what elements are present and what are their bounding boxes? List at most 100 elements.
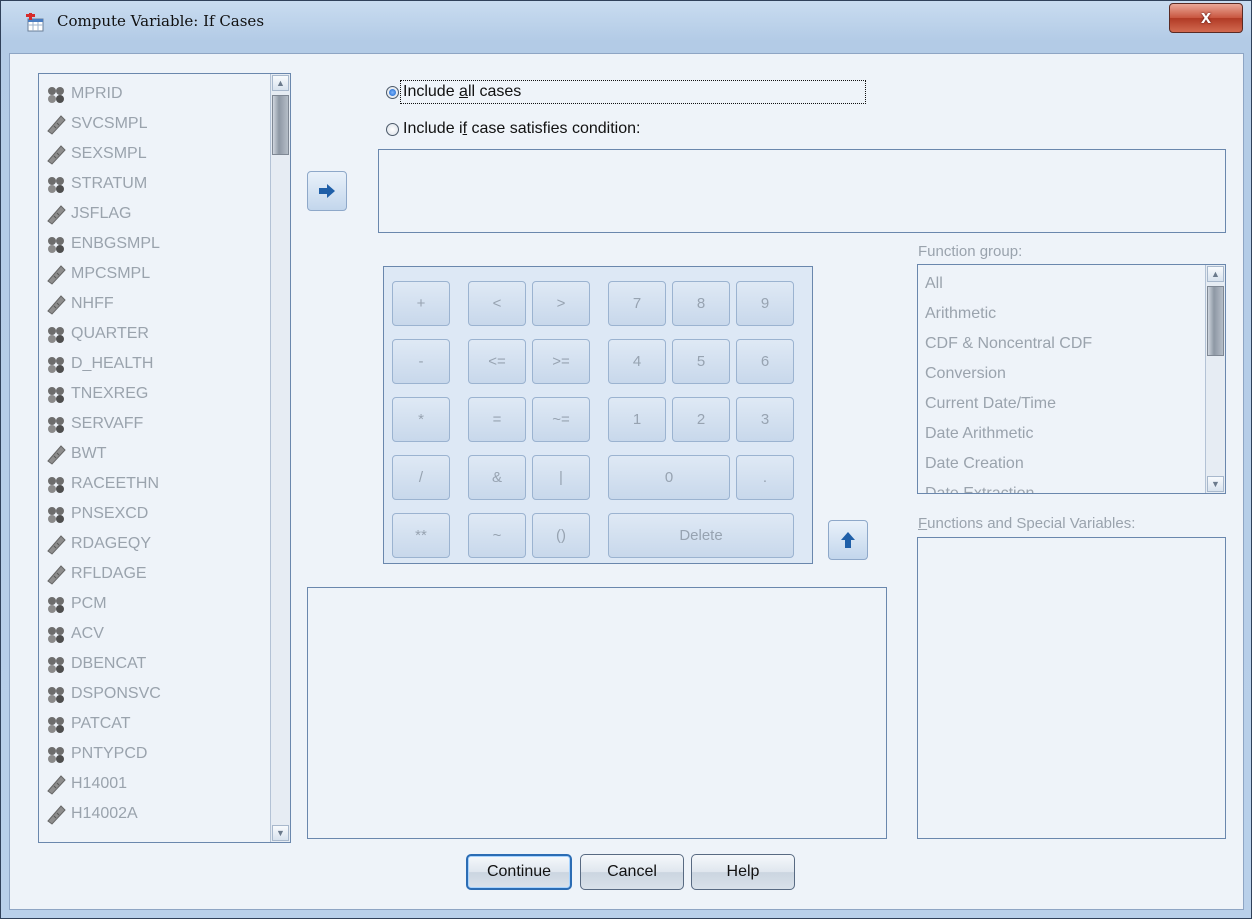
function-group-item[interactable]: All [925, 269, 943, 299]
keypad-key[interactable]: 8 [672, 281, 730, 326]
variable-item[interactable]: PNSEXCD [45, 499, 148, 529]
keypad-key[interactable]: () [532, 513, 590, 558]
scroll-up-icon[interactable]: ▲ [272, 75, 289, 91]
include-if-condition-option[interactable]: Include if case satisfies condition: [386, 120, 640, 138]
keypad-key[interactable]: = [468, 397, 526, 442]
variable-item[interactable]: PCM [45, 589, 107, 619]
condition-input[interactable] [378, 149, 1226, 233]
expression-area[interactable] [307, 587, 887, 839]
cancel-button[interactable]: Cancel [580, 854, 684, 890]
scale-variable-icon [45, 113, 71, 135]
keypad-key[interactable]: 5 [672, 339, 730, 384]
variable-item[interactable]: DBENCAT [45, 649, 146, 679]
variable-item[interactable]: SEXSMPL [45, 139, 147, 169]
keypad-key[interactable]: > [532, 281, 590, 326]
keypad-key[interactable]: | [532, 455, 590, 500]
variable-name: SEXSMPL [71, 145, 147, 162]
variable-item[interactable]: SERVAFF [45, 409, 143, 439]
variable-item[interactable]: NHFF [45, 289, 114, 319]
variable-list[interactable]: ▲ ▼ MPRID SVCSMPL SEXSMPL STRATUM JSFLAG ENBG… [38, 73, 291, 843]
close-button[interactable]: x [1169, 3, 1243, 33]
function-group-item[interactable]: Date Arithmetic [925, 419, 1033, 449]
move-variable-button[interactable] [307, 171, 347, 211]
variable-item[interactable]: STRATUM [45, 169, 147, 199]
function-group-item[interactable]: Arithmetic [925, 299, 996, 329]
radio-button-selected[interactable] [386, 85, 399, 99]
keypad-key[interactable]: 2 [672, 397, 730, 442]
variable-name: H14002A [71, 805, 138, 822]
insert-function-button[interactable] [828, 520, 868, 560]
keypad-key[interactable]: 6 [736, 339, 794, 384]
include-all-cases-label: Include all cases [399, 80, 867, 104]
variable-name: PNSEXCD [71, 505, 149, 522]
keypad-key[interactable]: + [392, 281, 450, 326]
arrow-up-icon [841, 532, 855, 548]
variable-list-scrollbar[interactable]: ▲ ▼ [270, 74, 290, 842]
variable-item[interactable]: MPRID [45, 79, 123, 109]
variable-item[interactable]: ACV [45, 619, 104, 649]
variable-item[interactable]: TNEXREG [45, 379, 148, 409]
variable-item[interactable]: H14001 [45, 769, 127, 799]
keypad-key[interactable]: & [468, 455, 526, 500]
variable-item[interactable]: MPCSMPL [45, 259, 150, 289]
keypad-key[interactable]: - [392, 339, 450, 384]
keypad-key[interactable]: ~= [532, 397, 590, 442]
keypad-key[interactable]: 4 [608, 339, 666, 384]
keypad-key[interactable]: ** [392, 513, 450, 558]
keypad-key[interactable]: <= [468, 339, 526, 384]
function-group-item[interactable]: Conversion [925, 359, 1006, 389]
keypad-key[interactable]: ~ [468, 513, 526, 558]
variable-item[interactable]: JSFLAG [45, 199, 131, 229]
scroll-down-icon[interactable]: ▼ [272, 825, 289, 841]
variable-item[interactable]: BWT [45, 439, 107, 469]
include-all-cases-option[interactable]: Include all cases [386, 80, 867, 104]
keypad-key[interactable]: 7 [608, 281, 666, 326]
function-group-list[interactable]: Date Extraction Date Creation Date Arithme… [917, 264, 1226, 494]
scroll-up-icon[interactable]: ▲ [1207, 266, 1224, 282]
keypad-key[interactable]: >= [532, 339, 590, 384]
scroll-down-icon[interactable]: ▼ [1207, 476, 1224, 492]
keypad-key[interactable]: / [392, 455, 450, 500]
continue-button[interactable]: Continue [466, 854, 572, 890]
scroll-thumb[interactable] [272, 95, 289, 155]
variable-item[interactable]: PNTYPCD [45, 739, 147, 769]
function-group-item[interactable]: Date Extraction [925, 479, 1034, 493]
keypad-key[interactable]: . [736, 455, 794, 500]
function-group-item[interactable]: Current Date/Time [925, 389, 1056, 419]
help-button[interactable]: Help [691, 854, 795, 890]
variable-name: MPCSMPL [71, 265, 151, 282]
keypad-key[interactable]: 9 [736, 281, 794, 326]
functions-list[interactable] [917, 537, 1226, 839]
nominal-variable-icon [45, 683, 71, 705]
scale-variable-icon [45, 773, 71, 795]
function-group-scrollbar[interactable]: ▲ ▼ [1205, 265, 1225, 493]
function-group-item[interactable]: CDF & Noncentral CDF [925, 329, 1092, 359]
window-title: Compute Variable: If Cases [57, 12, 265, 30]
variable-item[interactable]: RFLDAGE [45, 559, 147, 589]
keypad-key[interactable]: * [392, 397, 450, 442]
variable-item[interactable]: RACEETHN [45, 469, 159, 499]
nominal-variable-icon [45, 623, 71, 645]
scale-variable-icon [45, 293, 71, 315]
variable-item[interactable]: PATCAT [45, 709, 131, 739]
keypad-key[interactable]: < [468, 281, 526, 326]
function-group-item[interactable]: Date Creation [925, 449, 1024, 479]
variable-item[interactable]: H14002A [45, 799, 138, 829]
nominal-variable-icon [45, 233, 71, 255]
variable-item[interactable]: ENBGSMPL [45, 229, 160, 259]
radio-button[interactable] [386, 122, 399, 136]
keypad-key[interactable]: 0 [608, 455, 730, 500]
variable-item[interactable]: RDAGEQY [45, 529, 151, 559]
nominal-variable-icon [45, 173, 71, 195]
variable-name: NHFF [71, 295, 114, 312]
variable-item[interactable]: SVCSMPL [45, 109, 147, 139]
keypad-key[interactable]: 3 [736, 397, 794, 442]
nominal-variable-icon [45, 593, 71, 615]
keypad-key[interactable]: Delete [608, 513, 794, 558]
variable-item[interactable]: DSPONSVC [45, 679, 161, 709]
variable-item[interactable]: QUARTER [45, 319, 149, 349]
scale-variable-icon [45, 263, 71, 285]
variable-item[interactable]: D_HEALTH [45, 349, 153, 379]
keypad-key[interactable]: 1 [608, 397, 666, 442]
scroll-thumb[interactable] [1207, 286, 1224, 356]
